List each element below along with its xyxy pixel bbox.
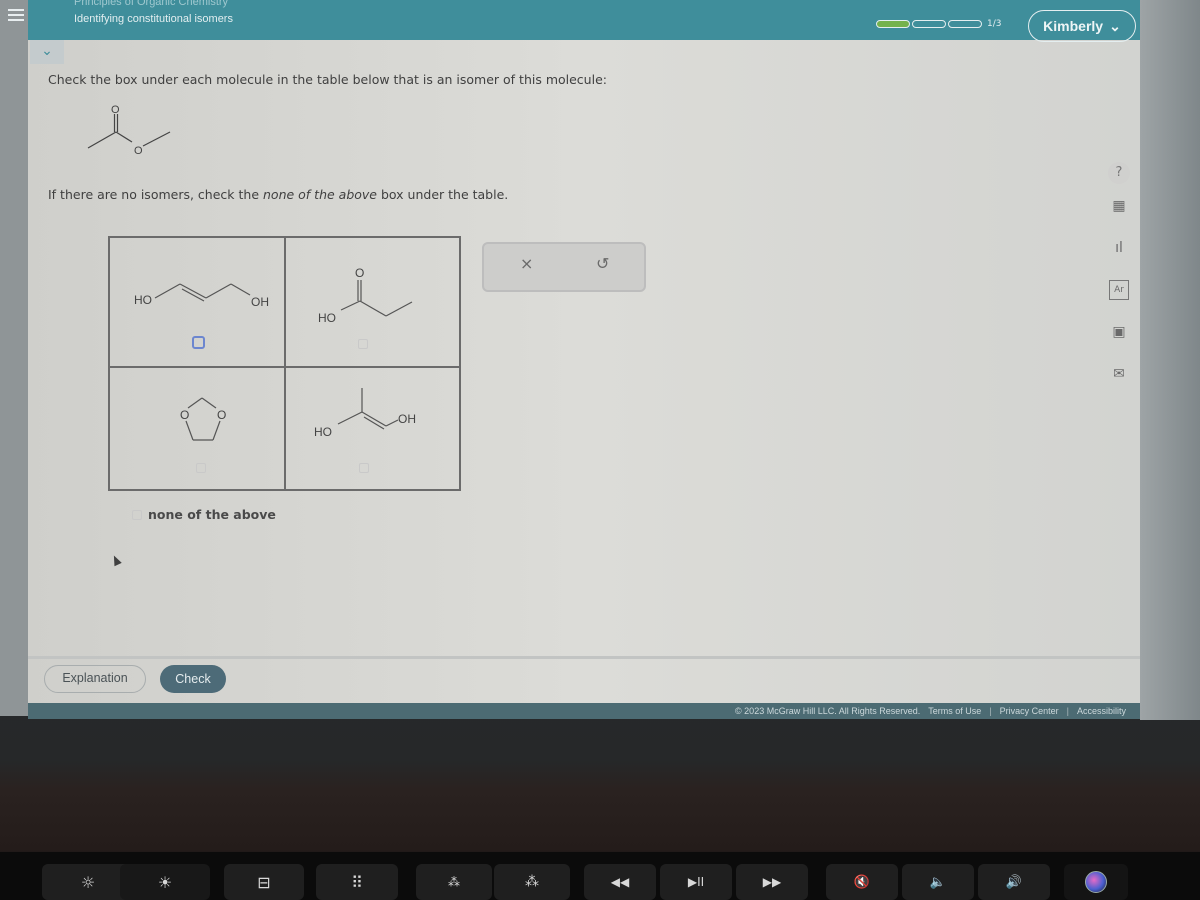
- keyboard-light-down-icon[interactable]: ⁂: [416, 864, 492, 900]
- question-instruction: Check the box under each molecule in the…: [48, 72, 607, 87]
- clear-icon[interactable]: ×: [520, 254, 533, 273]
- bond: [212, 420, 221, 441]
- molecule-dioxolane: O O: [180, 397, 226, 441]
- answer-cell-1: HO OH: [109, 237, 285, 367]
- bond: [187, 397, 203, 409]
- keyboard-light-up-icon[interactable]: ⁂: [494, 864, 570, 900]
- bond: [385, 301, 412, 317]
- side-toolbar: ? ▦ ıl Ar ▣ ✉: [1104, 162, 1134, 406]
- mission-control-icon[interactable]: ⊟: [224, 864, 304, 900]
- touch-bar: ☼ ☀ ⊟ ⠿ ⁂ ⁂ ◀◀ ▶II ▶▶ 🔇 🔈 🔊: [0, 852, 1200, 900]
- molecule-propanoic-acid: O HO: [318, 266, 412, 325]
- atom-label: O: [355, 266, 364, 280]
- app-header: Principles of Organic Chemistry Identify…: [8, 0, 1140, 42]
- answer-cell-4: OH HO: [284, 367, 460, 490]
- isomer-checkbox-3[interactable]: [196, 463, 206, 473]
- progress-segment-1: [876, 20, 910, 28]
- isomer-checkbox-2[interactable]: [357, 339, 368, 349]
- none-of-the-above-label: none of the above: [148, 507, 276, 522]
- bond: [115, 131, 133, 143]
- progress-indicator: 1/3: [876, 19, 1001, 29]
- footer-separator: |: [1066, 706, 1069, 716]
- topic-title: Identifying constitutional isomers: [74, 13, 233, 25]
- bond: [385, 419, 398, 427]
- reference-icon[interactable]: ▣: [1109, 322, 1129, 342]
- answer-table: HO OH O HO O O OH HO: [108, 236, 461, 491]
- chevron-down-icon: ⌄: [1109, 17, 1121, 34]
- atom-label: HO: [134, 293, 152, 307]
- launchpad-icon[interactable]: ⠿: [316, 864, 398, 900]
- privacy-center-link[interactable]: Privacy Center: [1000, 706, 1059, 716]
- calculator-icon[interactable]: ▦: [1109, 196, 1129, 216]
- none-of-the-above-option[interactable]: none of the above: [132, 507, 276, 522]
- bond: [87, 131, 117, 149]
- atom-label: O: [111, 104, 120, 116]
- bond: [179, 283, 207, 299]
- screen-right-edge: [1140, 0, 1200, 720]
- atom-label: O: [134, 145, 143, 157]
- bond: [361, 411, 386, 427]
- bond: [142, 131, 171, 147]
- bond: [337, 411, 362, 425]
- volume-up-icon[interactable]: 🔊: [978, 864, 1050, 900]
- fast-forward-icon[interactable]: ▶▶: [736, 864, 808, 900]
- atom-label: OH: [398, 412, 416, 426]
- terms-of-use-link[interactable]: Terms of Use: [928, 706, 981, 716]
- user-menu-button[interactable]: Kimberly ⌄: [1028, 10, 1136, 42]
- note-emphasis: none of the above: [263, 187, 377, 202]
- menu-icon[interactable]: [8, 6, 24, 26]
- question-note: If there are no isomers, check the none …: [48, 187, 509, 202]
- footer-divider: [28, 656, 1140, 659]
- accessibility-link[interactable]: Accessibility: [1077, 706, 1126, 716]
- bond: [340, 300, 360, 311]
- check-button[interactable]: Check: [160, 665, 226, 693]
- bond: [359, 300, 386, 317]
- bond: [201, 397, 217, 409]
- mute-icon[interactable]: 🔇: [826, 864, 898, 900]
- help-icon[interactable]: ?: [1108, 162, 1130, 184]
- answer-tools-panel: × ↺: [482, 242, 646, 292]
- chart-icon[interactable]: ıl: [1109, 238, 1129, 258]
- bond: [154, 283, 181, 299]
- bond: [185, 420, 194, 441]
- photo-background: Principles of Organic Chemistry Identify…: [0, 0, 1200, 900]
- play-pause-icon[interactable]: ▶II: [660, 864, 732, 900]
- course-breadcrumb[interactable]: Principles of Organic Chemistry: [74, 0, 228, 8]
- siri-icon: [1085, 871, 1107, 893]
- explanation-button[interactable]: Explanation: [44, 665, 146, 693]
- bond: [230, 283, 251, 296]
- volume-down-icon[interactable]: 🔈: [902, 864, 974, 900]
- atom-label: OH: [251, 295, 269, 309]
- isomer-checkbox-4[interactable]: [358, 463, 369, 473]
- brightness-up-icon[interactable]: ☀: [120, 864, 210, 900]
- answer-cell-2: O HO: [284, 237, 460, 367]
- screen-left-edge: [0, 0, 28, 716]
- molecule-propenediol: OH HO: [314, 388, 416, 439]
- user-name: Kimberly: [1043, 18, 1104, 34]
- browser-viewport: Principles of Organic Chemistry Identify…: [8, 0, 1140, 719]
- collapse-toggle-chevron-icon[interactable]: ⌄: [30, 40, 64, 64]
- periodic-table-icon[interactable]: Ar: [1109, 280, 1129, 300]
- reference-molecule: O O: [87, 104, 171, 157]
- progress-segment-3: [948, 20, 982, 28]
- footer-separator: |: [989, 706, 992, 716]
- progress-label: 1/3: [987, 19, 1002, 29]
- mouse-cursor-icon: [110, 553, 122, 567]
- siri-button[interactable]: [1064, 864, 1128, 900]
- footer-bar: © 2023 McGraw Hill LLC. All Rights Reser…: [28, 703, 1140, 719]
- undo-icon[interactable]: ↺: [596, 254, 609, 273]
- rewind-icon[interactable]: ◀◀: [584, 864, 656, 900]
- atom-label: O: [180, 408, 189, 422]
- answer-cell-3: O O: [109, 367, 285, 490]
- atom-label: HO: [318, 311, 336, 325]
- atom-label: O: [217, 408, 226, 422]
- isomer-checkbox-1[interactable]: [192, 336, 205, 349]
- atom-label: HO: [314, 425, 332, 439]
- copyright-text: © 2023 McGraw Hill LLC. All Rights Reser…: [735, 706, 921, 716]
- bond: [205, 283, 232, 299]
- none-of-the-above-checkbox[interactable]: [132, 509, 142, 520]
- progress-segment-2: [912, 20, 946, 28]
- message-icon[interactable]: ✉: [1109, 364, 1129, 384]
